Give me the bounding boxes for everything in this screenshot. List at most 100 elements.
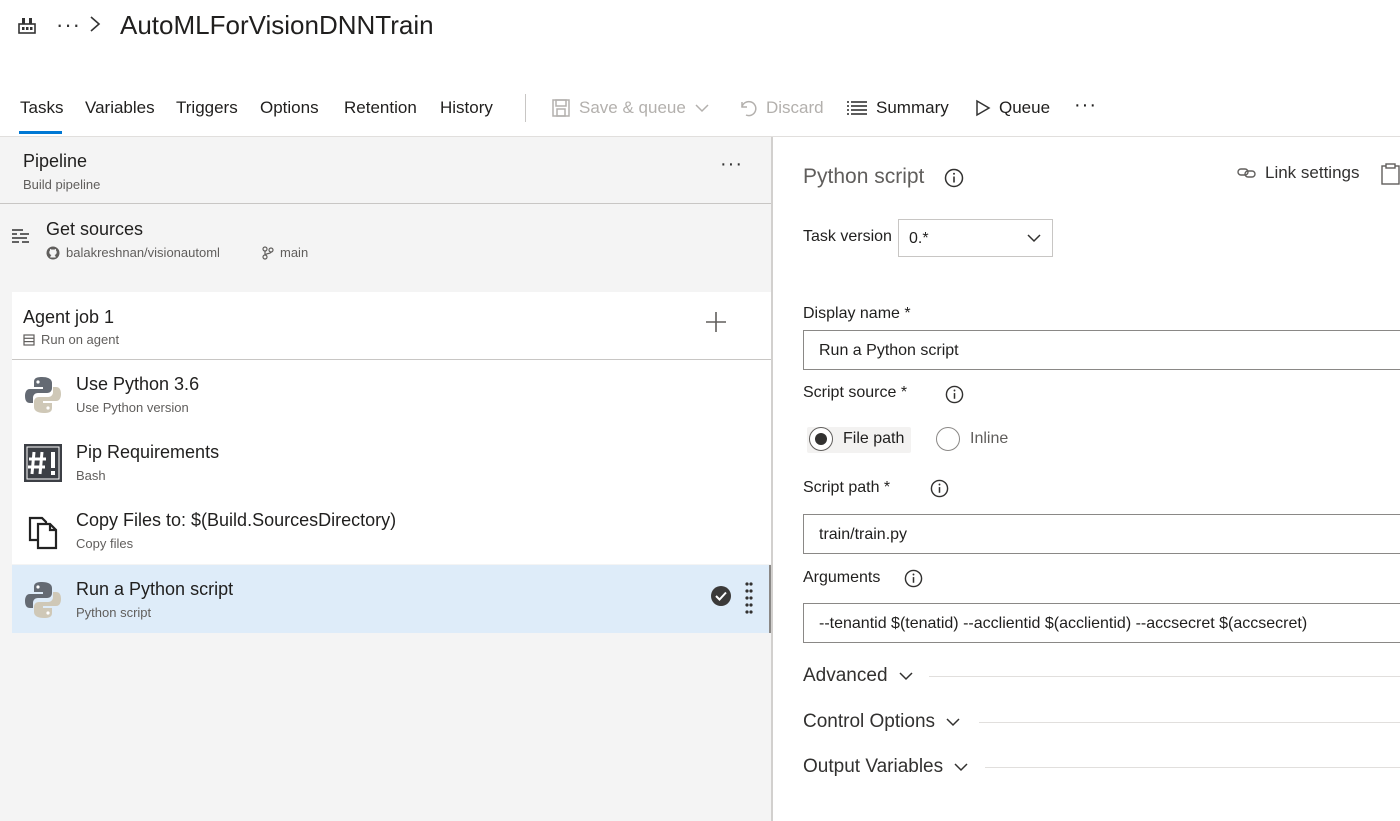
info-icon[interactable] <box>945 385 964 404</box>
branch-name: main <box>280 245 309 260</box>
section-divider <box>979 722 1400 723</box>
radio-selected-indicator <box>809 427 833 451</box>
pipeline-subtitle: Build pipeline <box>23 177 101 192</box>
tab-history[interactable]: History <box>440 98 493 118</box>
radio-unselected-indicator <box>936 427 960 451</box>
info-icon[interactable] <box>930 479 949 498</box>
page-title: AutoMLForVisionDNNTrain <box>120 10 434 40</box>
pipeline-tasks-pane: Pipeline Build pipeline ··· Get sources … <box>0 137 772 821</box>
agent-job-subtitle: Run on agent <box>23 332 119 347</box>
save-queue-label: Save & queue <box>579 98 686 117</box>
save-queue-button[interactable]: Save & queue <box>551 98 710 118</box>
tab-options[interactable]: Options <box>260 98 319 118</box>
script-source-label: Script source * <box>803 384 908 401</box>
inline-radio[interactable]: Inline <box>936 427 1008 451</box>
task-details-pane: Python script Link settings Task version… <box>773 137 1400 821</box>
link-settings-button[interactable]: Link settings <box>1237 163 1360 183</box>
task-version-value: 0.* <box>909 230 929 247</box>
advanced-section-toggle[interactable]: Advanced <box>803 665 914 687</box>
chevron-down-icon <box>1027 234 1041 243</box>
repo-info: balakreshnan/visionautoml <box>46 245 220 260</box>
queue-label: Queue <box>999 98 1051 117</box>
task-subtitle: Copy files <box>76 536 134 551</box>
display-name-value: Run a Python script <box>819 342 959 359</box>
task-row[interactable]: Copy Files to: $(Build.SourcesDirectory)… <box>12 496 771 564</box>
file-path-radio[interactable]: File path <box>809 427 904 451</box>
agent-job-title: Agent job 1 <box>23 307 115 327</box>
chevron-down-icon <box>954 763 968 772</box>
link-settings-label: Link settings <box>1265 163 1360 182</box>
clipboard-icon[interactable] <box>1381 163 1400 185</box>
chevron-down-icon <box>695 104 709 113</box>
chevron-down-icon <box>946 718 960 727</box>
control-options-section-toggle[interactable]: Control Options <box>803 711 961 733</box>
arguments-label: Arguments <box>803 569 881 586</box>
summary-button[interactable]: Summary <box>846 98 949 118</box>
display-name-label: Display name * <box>803 305 911 322</box>
drag-handle-icon[interactable] <box>745 581 753 617</box>
get-sources-title: Get sources <box>46 219 144 239</box>
task-title: Run a Python script <box>76 579 234 599</box>
sources-icon <box>12 229 29 243</box>
get-sources-row[interactable]: Get sources balakreshnan/visionautoml ma… <box>0 205 771 285</box>
active-tab-indicator <box>19 131 62 134</box>
agent-job-sub-label: Run on agent <box>41 332 120 347</box>
control-options-section-label: Control Options <box>803 711 936 732</box>
python-icon <box>25 582 61 618</box>
task-title: Pip Requirements <box>76 442 220 462</box>
copy-files-icon <box>28 516 58 550</box>
task-title: Copy Files to: $(Build.SourcesDirectory) <box>76 510 397 530</box>
pipeline-card[interactable]: Pipeline Build pipeline ··· <box>0 137 771 204</box>
list-icon <box>847 101 867 115</box>
tab-tasks[interactable]: Tasks <box>20 98 63 118</box>
github-icon <box>46 246 60 259</box>
script-path-label: Script path * <box>803 479 891 496</box>
bash-icon <box>24 444 62 482</box>
branch-info: main <box>262 245 308 260</box>
pipeline-more-button[interactable]: ··· <box>720 153 743 176</box>
info-icon[interactable] <box>904 569 923 588</box>
agent-job-card[interactable]: Agent job 1 Run on agent <box>12 292 771 360</box>
section-divider <box>929 676 1400 677</box>
top-header: ··· AutoMLForVisionDNNTrain <box>0 0 1400 60</box>
python-icon <box>25 377 61 413</box>
link-icon <box>1237 168 1256 178</box>
task-subtitle: Bash <box>76 468 106 483</box>
tab-retention[interactable]: Retention <box>344 98 417 118</box>
breadcrumb-more-button[interactable]: ··· <box>56 12 81 38</box>
task-row[interactable]: Pip Requirements Bash <box>12 428 771 496</box>
tab-variables[interactable]: Variables <box>85 98 155 118</box>
pipeline-title: Pipeline <box>23 151 88 171</box>
output-variables-section-label: Output Variables <box>803 756 944 777</box>
display-name-field[interactable]: Run a Python script <box>803 330 1400 370</box>
task-version-label: Task version <box>803 228 892 245</box>
pipeline-icon[interactable] <box>17 15 37 35</box>
check-circle-icon[interactable] <box>710 585 732 607</box>
branch-icon <box>262 245 274 260</box>
chevron-down-icon <box>898 672 913 681</box>
undo-icon <box>741 100 757 117</box>
play-icon <box>976 99 991 117</box>
chevron-right-icon <box>90 16 101 32</box>
discard-button[interactable]: Discard <box>738 98 824 118</box>
task-title: Use Python 3.6 <box>76 374 200 394</box>
task-row-selected[interactable]: Run a Python script Python script <box>12 565 771 633</box>
script-path-value: train/train.py <box>819 526 908 543</box>
script-path-field[interactable]: train/train.py <box>803 514 1400 554</box>
task-version-select[interactable]: 0.* <box>898 219 1053 257</box>
inline-label: Inline <box>970 430 1009 447</box>
queue-button[interactable]: Queue <box>975 98 1050 118</box>
info-icon[interactable] <box>944 168 964 188</box>
task-row[interactable]: Use Python 3.6 Use Python version <box>12 360 771 428</box>
task-subtitle: Python script <box>76 605 152 620</box>
section-divider <box>985 767 1400 768</box>
arguments-field[interactable]: --tenantid $(tenatid) --acclientid $(acc… <box>803 603 1400 643</box>
more-actions-button[interactable]: ··· <box>1074 94 1097 117</box>
save-icon <box>552 99 570 117</box>
tab-triggers[interactable]: Triggers <box>176 98 238 118</box>
file-path-label: File path <box>843 430 905 447</box>
task-subtitle: Use Python version <box>76 400 189 415</box>
add-task-icon[interactable] <box>704 310 728 334</box>
output-variables-section-toggle[interactable]: Output Variables <box>803 756 969 778</box>
tab-bar: Tasks Variables Triggers Options Retenti… <box>0 88 1400 136</box>
